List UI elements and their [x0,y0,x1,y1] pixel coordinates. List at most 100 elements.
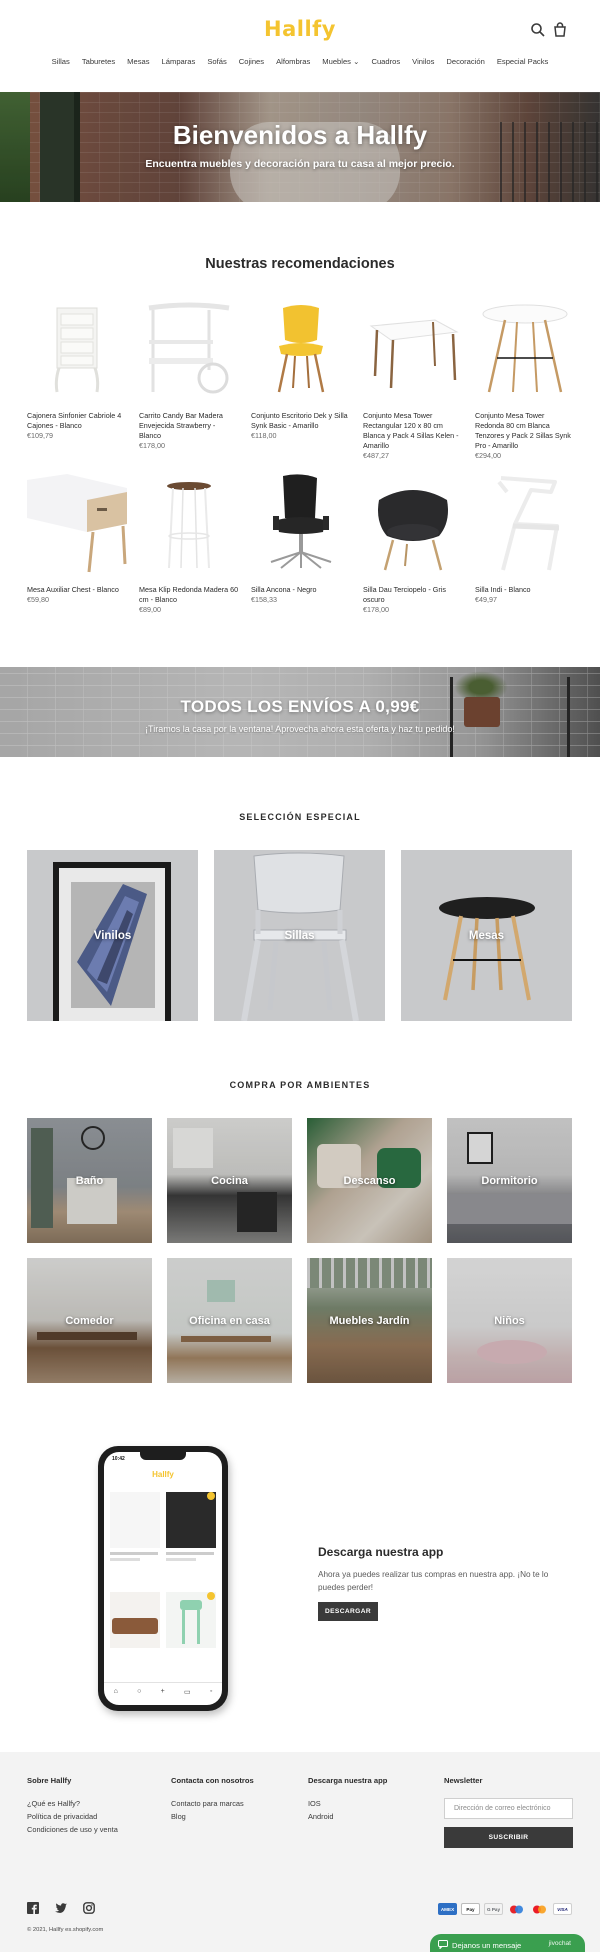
footer-col-contact: Contacta con nosotros Contacto para marc… [171,1776,254,1823]
room-card-jardin[interactable]: Muebles Jardín [307,1258,432,1383]
product-image-dresser [54,307,100,393]
chevron-down-icon: ⌄ [353,57,360,66]
nav-item-alfombras[interactable]: Alfombras [276,57,310,66]
nav-item-muebles[interactable]: Muebles ⌄ [322,57,359,66]
footer-link-blog[interactable]: Blog [171,1810,254,1823]
chat-brand: jivochat [548,1940,571,1947]
product-card[interactable]: Mesa Klip Redonda Madera 60 cm - Blanco … [139,474,239,615]
product-card[interactable]: Conjunto Mesa Tower Rectangular 120 x 80… [363,300,463,461]
app-phone-screen: 10:42 Hallfy ⌂ ○ + ▭ ◦ [104,1452,222,1705]
collection-card-sillas[interactable]: Sillas [214,850,385,1021]
nav-item-muebles-label: Muebles [322,57,351,66]
search-icon[interactable] [530,22,546,38]
product-name: Cajonera Sinfonier Cabriole 4 Cajones - … [27,411,122,430]
product-card[interactable]: Silla Dau Terciopelo - Gris oscuro €178,… [363,474,463,615]
chat-widget[interactable]: Dejanos un mensaje jivochat [430,1934,585,1952]
room-label: Baño [27,1118,152,1243]
room-card-descanso[interactable]: Descanso [307,1118,432,1243]
footer-heading: Contacta con nosotros [171,1776,254,1785]
footer-link-android[interactable]: Android [308,1810,387,1823]
room-label: Muebles Jardín [307,1258,432,1383]
add-icon: + [160,1688,165,1695]
nav-item-vinilos[interactable]: Vinilos [412,57,434,66]
room-card-dormitorio[interactable]: Dormitorio [447,1118,572,1243]
nav-item-mesas[interactable]: Mesas [127,57,149,66]
product-price: €178,00 [363,605,389,614]
maestro-circles [510,1905,523,1913]
product-card[interactable]: Silla Ancona - Negro €158,33 [251,474,351,605]
footer-link-privacy[interactable]: Política de privacidad [27,1810,118,1823]
nav-item-decoracion[interactable]: Decoración [446,57,484,66]
phone-badge [207,1592,215,1600]
collection-card-vinilos[interactable]: Vinilos [27,850,198,1021]
nav-item-taburetes[interactable]: Taburetes [82,57,115,66]
download-button[interactable]: DESCARGAR [318,1602,378,1621]
nav-item-especial-packs[interactable]: Especial Packs [497,57,549,66]
cart-icon[interactable] [552,22,568,38]
shipping-subtitle: ¡Tiramos la casa por la ventana! Aprovec… [145,724,455,734]
footer-link-what-is[interactable]: ¿Qué es Hallfy? [27,1797,118,1810]
product-price: €158,33 [251,595,277,604]
footer-link-ios[interactable]: IOS [308,1797,387,1810]
footer-link-terms[interactable]: Condiciones de uso y venta [27,1823,118,1836]
instagram-icon[interactable] [83,1902,95,1914]
nav-item-sillas[interactable]: Sillas [52,57,70,66]
product-name: Mesa Klip Redonda Madera 60 cm - Blanco [139,585,239,604]
room-card-cocina[interactable]: Cocina [167,1118,292,1243]
product-card[interactable]: Mesa Auxiliar Chest - Blanco €59,80 [27,474,127,605]
recommendations-title: Nuestras recomendaciones [205,256,395,272]
footer-col-about: Sobre Hallfy ¿Qué es Hallfy? Política de… [27,1776,118,1836]
phone-product-sofa [110,1592,160,1648]
product-card[interactable]: Silla Indi - Blanco €49,97 [475,474,575,605]
room-card-oficina[interactable]: Oficina en casa [167,1258,292,1383]
mastercard-circles [533,1905,546,1913]
room-label: Comedor [27,1258,152,1383]
room-label: Oficina en casa [167,1258,292,1383]
room-card-comedor[interactable]: Comedor [27,1258,152,1383]
room-card-bano[interactable]: Baño [27,1118,152,1243]
collection-label: Sillas [284,929,315,942]
collection-card-mesas[interactable]: Mesas [401,850,572,1021]
newsletter-email-input[interactable]: Dirección de correo electrónico [444,1798,573,1819]
hero-subtitle: Encuentra muebles y decoración para tu c… [145,158,455,170]
phone-text-line [166,1558,196,1561]
product-name: Silla Ancona - Negro [251,585,317,594]
product-card[interactable]: Cajonera Sinfonier Cabriole 4 Cajones - … [27,300,127,441]
app-phone-mockup: 10:42 Hallfy ⌂ ○ + ▭ ◦ [98,1446,228,1711]
site-footer: Sobre Hallfy ¿Qué es Hallfy? Política de… [0,1752,600,1952]
home-icon: ⌂ [113,1688,118,1695]
product-image-round-table [482,304,568,393]
room-label: Cocina [167,1118,292,1243]
mastercard-icon [530,1903,549,1915]
site-logo[interactable]: Hallfy [0,17,600,41]
phone-tabbar: ⌂ ○ + ▭ ◦ [104,1688,222,1696]
product-image-candy-cart [148,302,230,394]
product-name: Silla Indi - Blanco [475,585,531,594]
phone-status-time: 10:42 [112,1456,125,1462]
product-name: Mesa Auxiliar Chest - Blanco [27,585,119,594]
footer-link-brands[interactable]: Contacto para marcas [171,1797,254,1810]
nav-item-lamparas[interactable]: Lámparas [162,57,196,66]
product-card[interactable]: Carrito Candy Bar Madera Envejecida Stra… [139,300,239,451]
facebook-icon[interactable] [27,1902,39,1914]
footer-heading: Descarga nuestra app [308,1776,388,1785]
twitter-icon[interactable] [55,1902,67,1914]
product-image-rect-table [369,319,459,389]
product-name: Conjunto Mesa Tower Rectangular 120 x 80… [363,411,459,450]
product-card[interactable]: Conjunto Escritorio Dek y Silla Synk Bas… [251,300,351,441]
nav-item-sofas[interactable]: Sofás [207,57,226,66]
room-card-ninos[interactable]: Niños [447,1258,572,1383]
phone-product-cushion [166,1492,216,1548]
footer-heading: Newsletter [444,1776,483,1785]
maestro-icon [507,1903,526,1915]
phone-app-logo: Hallfy [152,1470,174,1479]
product-price: €118,00 [251,431,277,440]
subscribe-button[interactable]: SUSCRIBIR [444,1827,573,1848]
chat-icon: ▭ [183,1689,191,1696]
nav-item-cojines[interactable]: Cojines [239,57,264,66]
phone-text-line [110,1552,158,1555]
product-price: €49,97 [475,595,497,604]
collection-label: Vinilos [93,929,132,942]
product-card[interactable]: Conjunto Mesa Tower Redonda 80 cm Blanca… [475,300,575,461]
nav-item-cuadros[interactable]: Cuadros [371,57,400,66]
